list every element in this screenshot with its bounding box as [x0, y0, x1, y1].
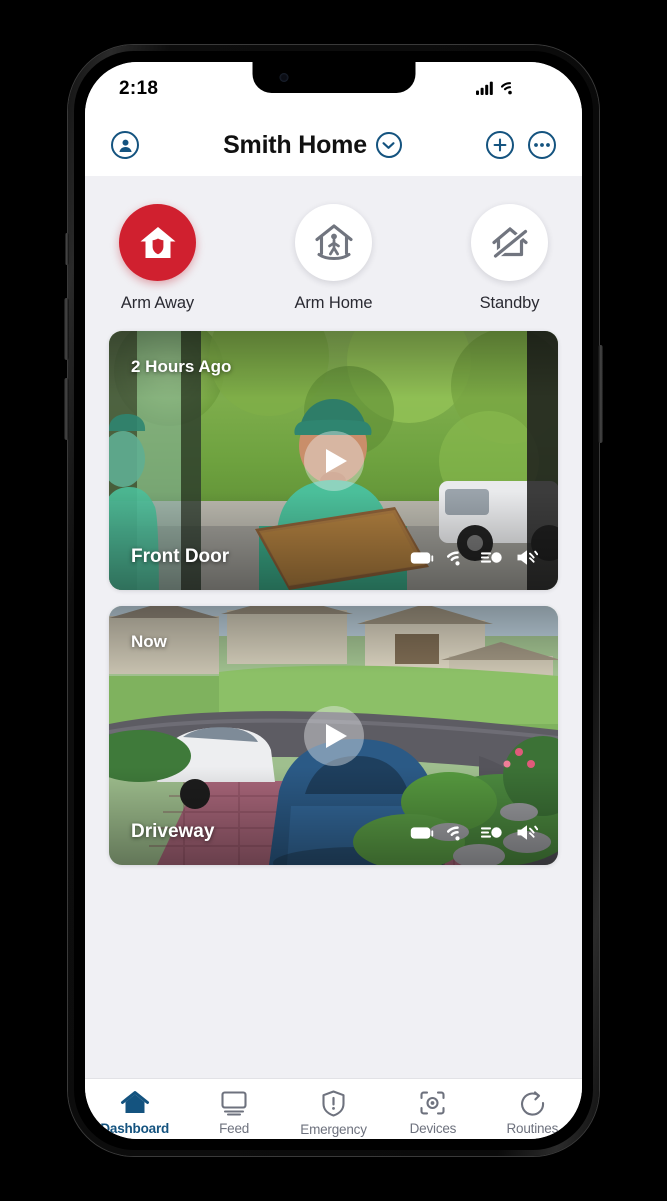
- shield-alert-icon: [322, 1090, 345, 1117]
- camera-status-icons: [410, 824, 538, 841]
- wifi-icon: [501, 82, 512, 95]
- camera-status-icons: [410, 549, 538, 566]
- camera-card-front-door[interactable]: 2 Hours Ago Front Door: [109, 331, 558, 590]
- mode-label: Arm Home: [294, 294, 373, 312]
- device-scan-icon: [420, 1091, 445, 1115]
- mode-button-arm-away[interactable]: Arm Away: [106, 204, 210, 313]
- home-icon: [120, 1091, 149, 1113]
- phone-screen: 2:18 Smith Home Arm Away Arm Home Standb…: [85, 62, 582, 1139]
- more-options-icon[interactable]: [527, 131, 556, 159]
- tab-label: Dashboard: [100, 1121, 170, 1136]
- refresh-circle-icon: [520, 1091, 544, 1116]
- battery-icon: [410, 551, 434, 564]
- camera-timestamp: Now: [131, 632, 167, 651]
- header-actions: [485, 131, 556, 159]
- tab-label: Feed: [219, 1121, 250, 1136]
- front-camera-icon: [279, 73, 288, 82]
- speaker-icon: [517, 825, 538, 840]
- house-slash-icon: [471, 204, 548, 281]
- cellular-signal-icon: [476, 81, 493, 95]
- camera-timestamp: 2 Hours Ago: [131, 357, 232, 376]
- page-title: Smith Home: [223, 130, 367, 159]
- tab-label: Devices: [409, 1121, 457, 1136]
- notch: [252, 62, 415, 93]
- tab-devices[interactable]: Devices: [383, 1090, 482, 1136]
- tab-dashboard[interactable]: Dashboard: [85, 1090, 184, 1136]
- camera-name: Front Door: [131, 546, 230, 567]
- app-header: Smith Home: [85, 114, 582, 176]
- tab-emergency[interactable]: Emergency: [284, 1090, 383, 1137]
- mode-label: Arm Away: [120, 294, 195, 312]
- house-person-icon: [295, 204, 372, 281]
- tab-feed[interactable]: Feed: [184, 1090, 283, 1136]
- play-icon[interactable]: [303, 430, 364, 491]
- battery-icon: [525, 81, 551, 95]
- mode-button-standby[interactable]: Standby: [458, 204, 562, 313]
- motion-sensor-icon: [481, 552, 502, 563]
- wifi-icon: [447, 550, 460, 565]
- profile-icon[interactable]: [111, 131, 139, 159]
- status-time: 2:18: [119, 78, 159, 99]
- silent-switch[interactable]: [65, 233, 69, 265]
- monitor-icon: [221, 1091, 247, 1116]
- camera-card-driveway[interactable]: Now Driveway: [109, 606, 558, 865]
- wifi-icon: [447, 825, 460, 840]
- volume-down-button[interactable]: [64, 378, 69, 440]
- camera-list: 2 Hours Ago Front Door Now Driveway: [85, 323, 582, 865]
- mode-label: Standby: [479, 294, 540, 312]
- power-button[interactable]: [598, 345, 603, 443]
- mode-button-arm-home[interactable]: Arm Home: [282, 204, 386, 313]
- motion-sensor-icon: [481, 827, 502, 838]
- chevron-down-icon[interactable]: [375, 132, 402, 158]
- house-shield-icon: [119, 204, 196, 281]
- speaker-icon: [517, 550, 538, 565]
- camera-name: Driveway: [131, 821, 215, 842]
- status-indicators: [476, 78, 552, 95]
- main-content: Arm Away Arm Home Standby 2 Hours Ago Fr…: [85, 176, 582, 1079]
- tab-label: Routines: [506, 1121, 559, 1136]
- phone-frame: 2:18 Smith Home Arm Away Arm Home Standb…: [64, 45, 603, 1156]
- tab-label: Emergency: [300, 1122, 367, 1137]
- volume-up-button[interactable]: [64, 298, 69, 360]
- battery-icon: [410, 826, 434, 839]
- plus-icon[interactable]: [485, 131, 514, 159]
- status-bar: 2:18: [85, 62, 582, 114]
- bottom-tab-bar: Dashboard Feed Emergency Devices Routine…: [85, 1079, 582, 1139]
- tab-routines[interactable]: Routines: [483, 1090, 582, 1136]
- security-mode-selector: Arm Away Arm Home Standby: [85, 176, 582, 323]
- play-icon[interactable]: [303, 705, 364, 766]
- home-selector[interactable]: Smith Home: [223, 131, 402, 160]
